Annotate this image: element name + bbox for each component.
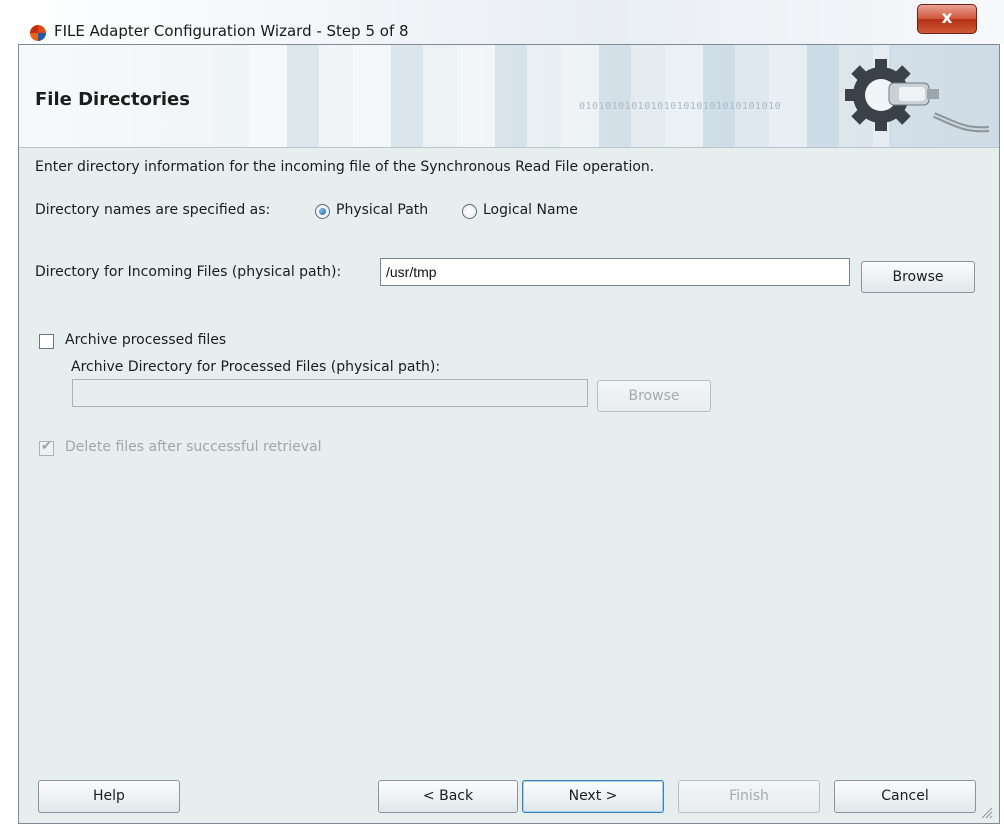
incoming-dir-input[interactable] (380, 258, 850, 286)
app-logo-icon (30, 25, 46, 41)
cancel-button[interactable]: Cancel (834, 780, 976, 813)
banner-decoration (249, 45, 889, 147)
incoming-dir-label: Directory for Incoming Files (physical p… (35, 264, 342, 280)
close-button[interactable]: x (917, 4, 977, 34)
close-icon: x (941, 8, 953, 28)
resize-grip-icon[interactable] (979, 805, 993, 819)
logical-name-radio[interactable] (462, 204, 477, 219)
delete-files-checkbox[interactable]: ✔ (39, 439, 54, 456)
banner-divider (19, 147, 999, 148)
next-button[interactable]: Next > (522, 780, 664, 813)
banner-binary-text: 0101010101010101010101010101010 (579, 101, 782, 112)
wizard-panel: 0101010101010101010101010101010 File Dir… (18, 44, 1000, 824)
back-button[interactable]: < Back (378, 780, 518, 813)
window-titlebar: FILE Adapter Configuration Wizard - Step… (0, 0, 1004, 44)
logical-name-label[interactable]: Logical Name (483, 202, 578, 218)
directory-names-label: Directory names are specified as: (35, 202, 271, 218)
archive-dir-label: Archive Directory for Processed Files (p… (71, 359, 441, 375)
archive-processed-label[interactable]: Archive processed files (65, 332, 226, 348)
physical-path-radio[interactable] (315, 204, 330, 219)
help-button[interactable]: Help (38, 780, 180, 813)
header-banner: 0101010101010101010101010101010 File Dir… (19, 45, 999, 147)
archive-dir-input[interactable] (72, 379, 588, 407)
page-title: File Directories (35, 89, 190, 110)
checkmark-icon: ✔ (41, 439, 52, 454)
radio-selected-dot (319, 208, 326, 215)
delete-files-label[interactable]: Delete files after successful retrieval (65, 439, 322, 455)
window-title: FILE Adapter Configuration Wizard - Step… (54, 22, 409, 40)
physical-path-label[interactable]: Physical Path (336, 202, 428, 218)
gear-plug-icon (845, 59, 989, 133)
intro-text: Enter directory information for the inco… (35, 159, 655, 175)
browse-button[interactable]: Browse (861, 261, 975, 293)
archive-processed-checkbox[interactable] (39, 334, 54, 349)
finish-button[interactable]: Finish (678, 780, 820, 813)
archive-browse-button[interactable]: Browse (597, 380, 711, 412)
